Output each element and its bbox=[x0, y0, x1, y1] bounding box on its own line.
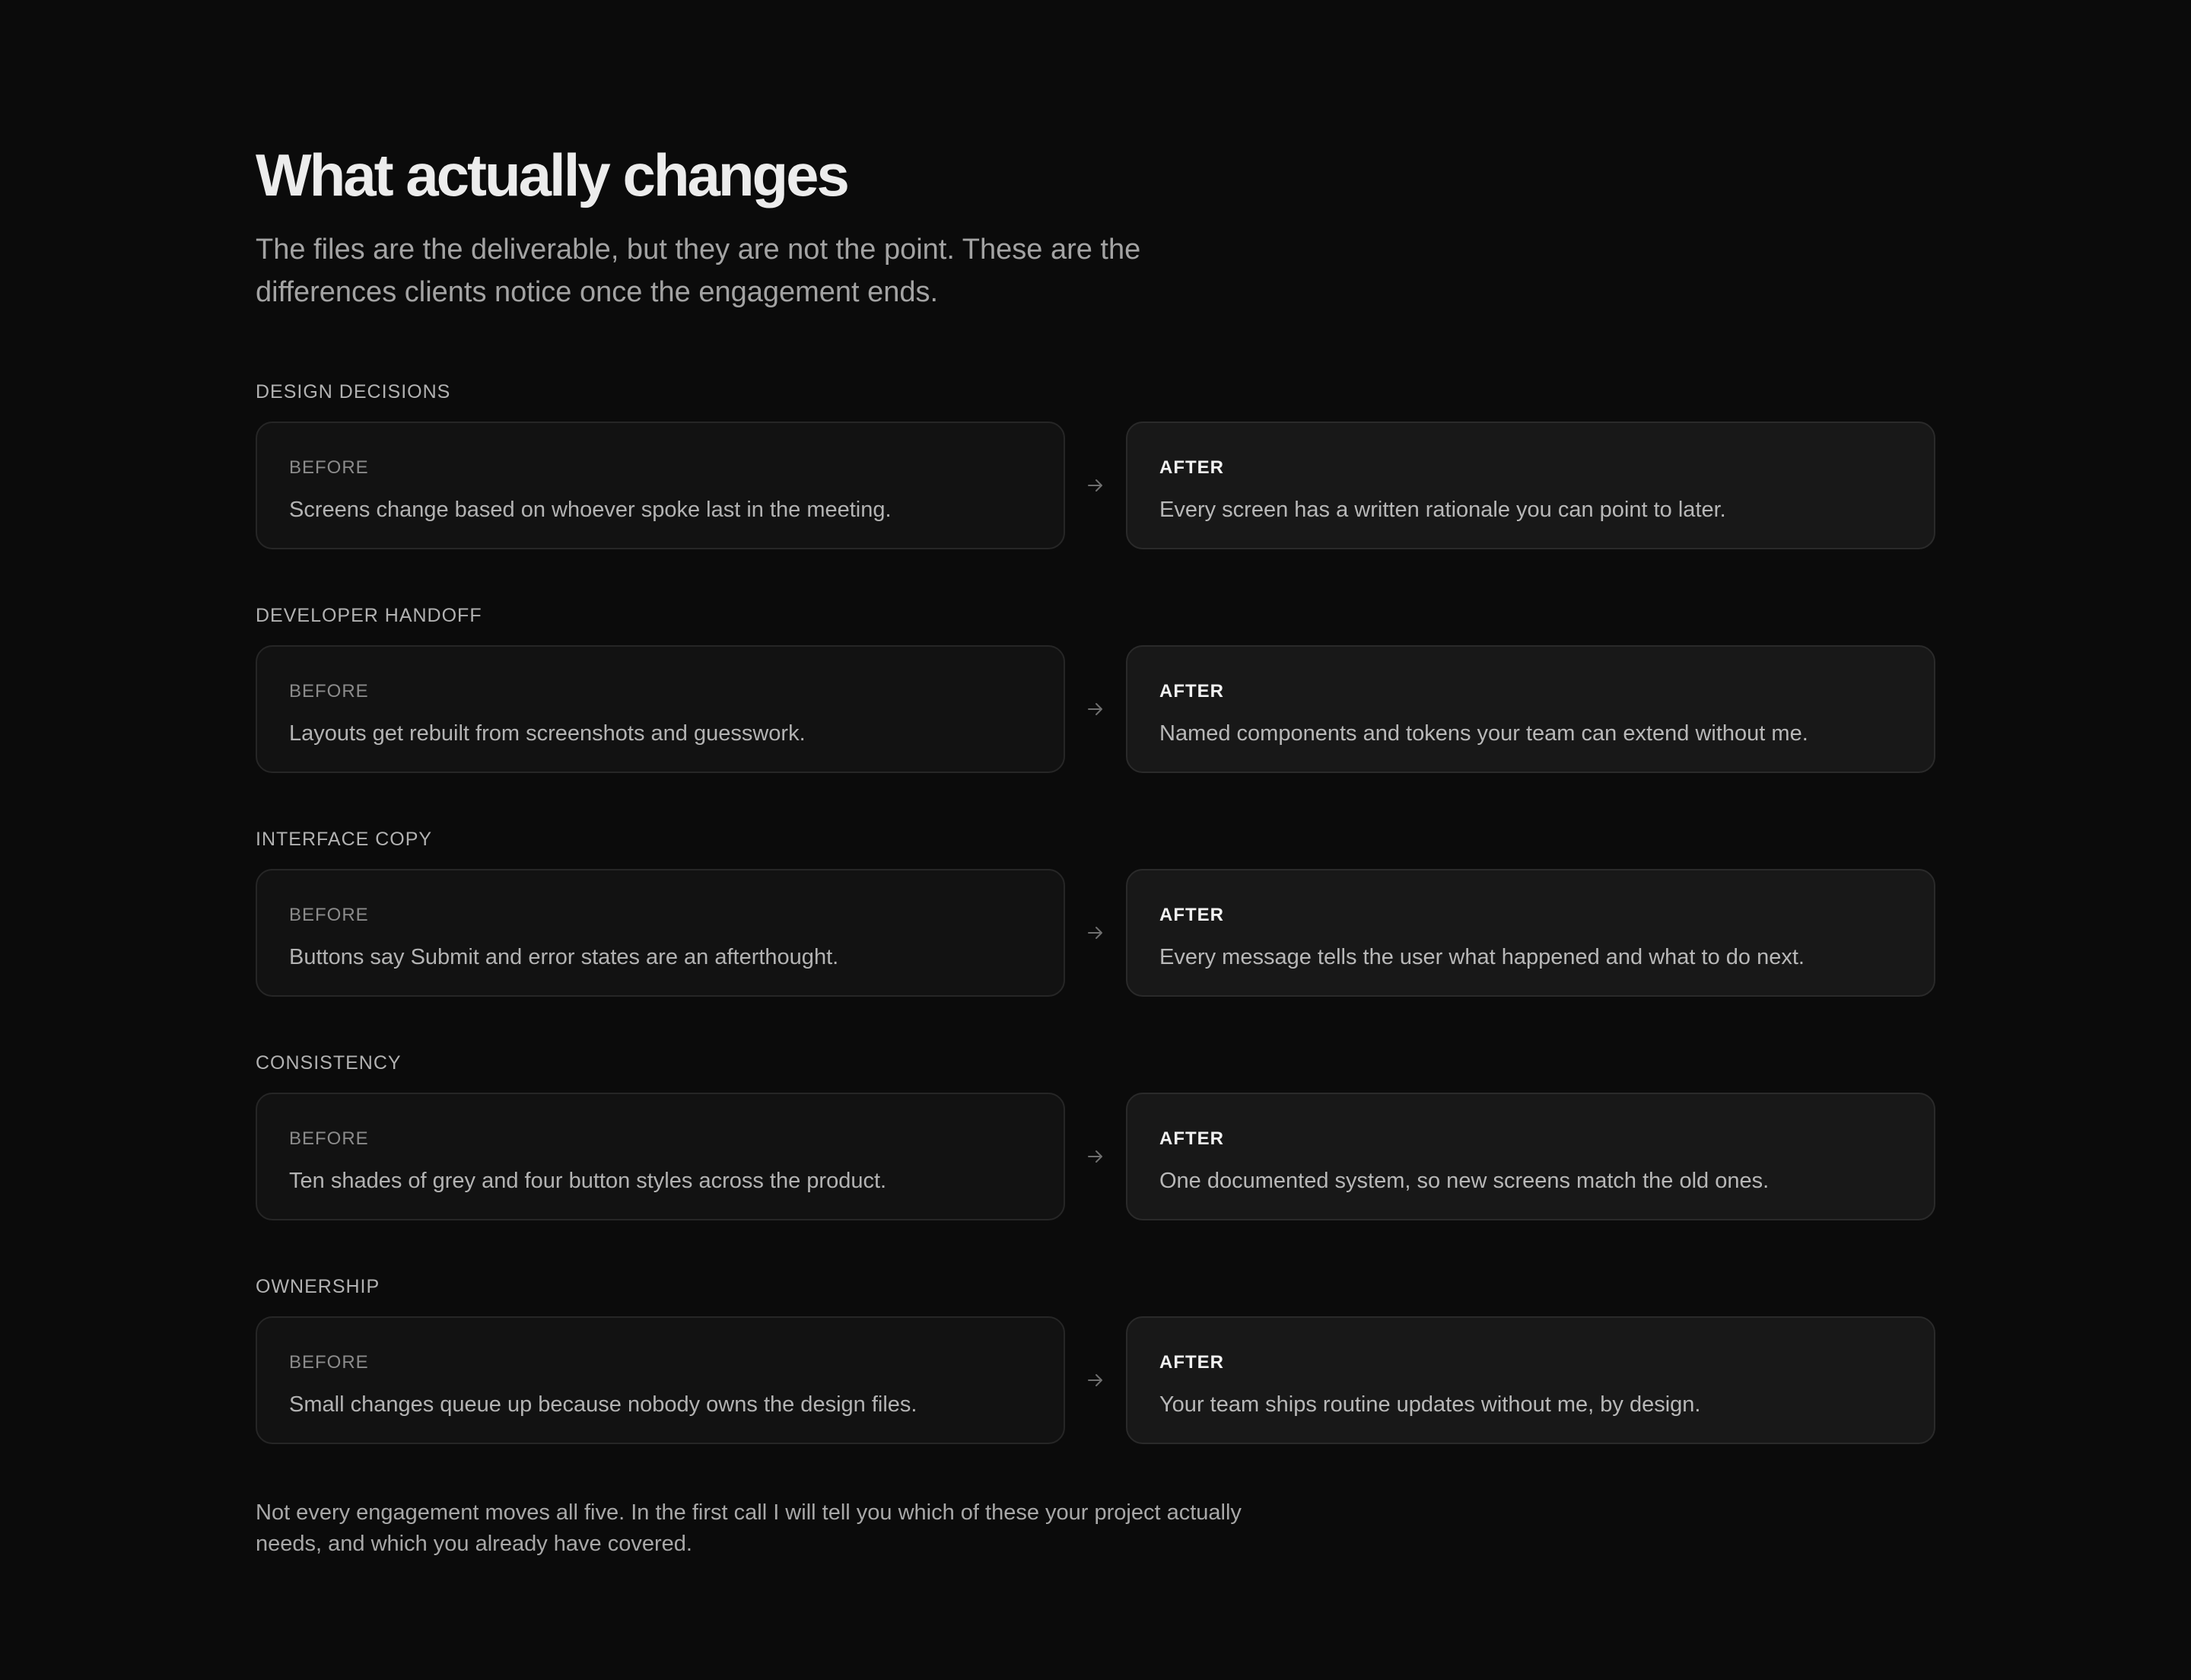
before-tag: BEFORE bbox=[289, 1352, 369, 1373]
after-card: AFTER Every screen has a written rationa… bbox=[1126, 422, 1935, 549]
before-card: BEFORE Ten shades of grey and four butto… bbox=[256, 1093, 1065, 1220]
before-text: Screens change based on whoever spoke la… bbox=[289, 498, 892, 522]
after-text: Your team ships routine updates without … bbox=[1159, 1392, 1701, 1417]
comparison-section-design-decisions: DESIGN DECISIONS BEFORE Screens change b… bbox=[256, 380, 1935, 549]
after-card: AFTER Your team ships routine updates wi… bbox=[1126, 1316, 1935, 1444]
footnote: Not every engagement moves all five. In … bbox=[256, 1500, 1242, 1556]
page: What actually changes The files are the … bbox=[0, 0, 2191, 1680]
comparison-section-interface-copy: INTERFACE COPY BEFORE Buttons say Submit… bbox=[256, 828, 1935, 997]
after-text: Named components and tokens your team ca… bbox=[1159, 721, 1808, 746]
arrow-right-icon bbox=[1065, 869, 1126, 997]
comparison-section-consistency: CONSISTENCY BEFORE Ten shades of grey an… bbox=[256, 1052, 1935, 1220]
after-text: Every screen has a written rationale you… bbox=[1159, 498, 1726, 522]
comparison-row: BEFORE Screens change based on whoever s… bbox=[256, 422, 1935, 549]
before-tag: BEFORE bbox=[289, 457, 369, 478]
arrow-right-icon bbox=[1065, 1316, 1126, 1444]
content: What actually changes The files are the … bbox=[256, 142, 1935, 1560]
comparison-row: BEFORE Ten shades of grey and four butto… bbox=[256, 1093, 1935, 1220]
after-tag: AFTER bbox=[1159, 1128, 1224, 1149]
after-text: One documented system, so new screens ma… bbox=[1159, 1169, 1770, 1193]
before-text: Buttons say Submit and error states are … bbox=[289, 945, 839, 969]
arrow-right-icon bbox=[1065, 645, 1126, 773]
page-title: What actually changes bbox=[256, 142, 850, 208]
before-text: Small changes queue up because nobody ow… bbox=[289, 1392, 917, 1417]
comparison-row: BEFORE Layouts get rebuilt from screensh… bbox=[256, 645, 1935, 773]
section-label: INTERFACE COPY bbox=[256, 829, 433, 850]
before-tag: BEFORE bbox=[289, 681, 369, 702]
arrow-right-icon bbox=[1065, 1093, 1126, 1220]
before-card: BEFORE Buttons say Submit and error stat… bbox=[256, 869, 1065, 997]
section-label: OWNERSHIP bbox=[256, 1276, 380, 1297]
before-text: Ten shades of grey and four button style… bbox=[289, 1169, 887, 1193]
after-tag: AFTER bbox=[1159, 681, 1224, 702]
after-tag: AFTER bbox=[1159, 905, 1224, 925]
before-card: BEFORE Small changes queue up because no… bbox=[256, 1316, 1065, 1444]
page-subtitle: The files are the deliverable, but they … bbox=[256, 234, 1141, 308]
after-tag: AFTER bbox=[1159, 457, 1224, 478]
arrow-right-icon bbox=[1065, 422, 1126, 549]
before-tag: BEFORE bbox=[289, 905, 369, 925]
after-tag: AFTER bbox=[1159, 1352, 1224, 1373]
after-text: Every message tells the user what happen… bbox=[1159, 945, 1805, 969]
after-card: AFTER One documented system, so new scre… bbox=[1126, 1093, 1935, 1220]
comparison-list: DESIGN DECISIONS BEFORE Screens change b… bbox=[256, 380, 1935, 1444]
before-card: BEFORE Screens change based on whoever s… bbox=[256, 422, 1065, 549]
comparison-row: BEFORE Buttons say Submit and error stat… bbox=[256, 869, 1935, 997]
before-text: Layouts get rebuilt from screenshots and… bbox=[289, 721, 806, 746]
before-tag: BEFORE bbox=[289, 1128, 369, 1149]
comparison-section-developer-handoff: DEVELOPER HANDOFF BEFORE Layouts get reb… bbox=[256, 604, 1935, 773]
after-card: AFTER Named components and tokens your t… bbox=[1126, 645, 1935, 773]
after-card: AFTER Every message tells the user what … bbox=[1126, 869, 1935, 997]
section-label: CONSISTENCY bbox=[256, 1052, 402, 1074]
section-label: DESIGN DECISIONS bbox=[256, 381, 451, 402]
before-card: BEFORE Layouts get rebuilt from screensh… bbox=[256, 645, 1065, 773]
comparison-section-ownership: OWNERSHIP BEFORE Small changes queue up … bbox=[256, 1275, 1935, 1444]
comparison-row: BEFORE Small changes queue up because no… bbox=[256, 1316, 1935, 1444]
section-label: DEVELOPER HANDOFF bbox=[256, 605, 482, 626]
